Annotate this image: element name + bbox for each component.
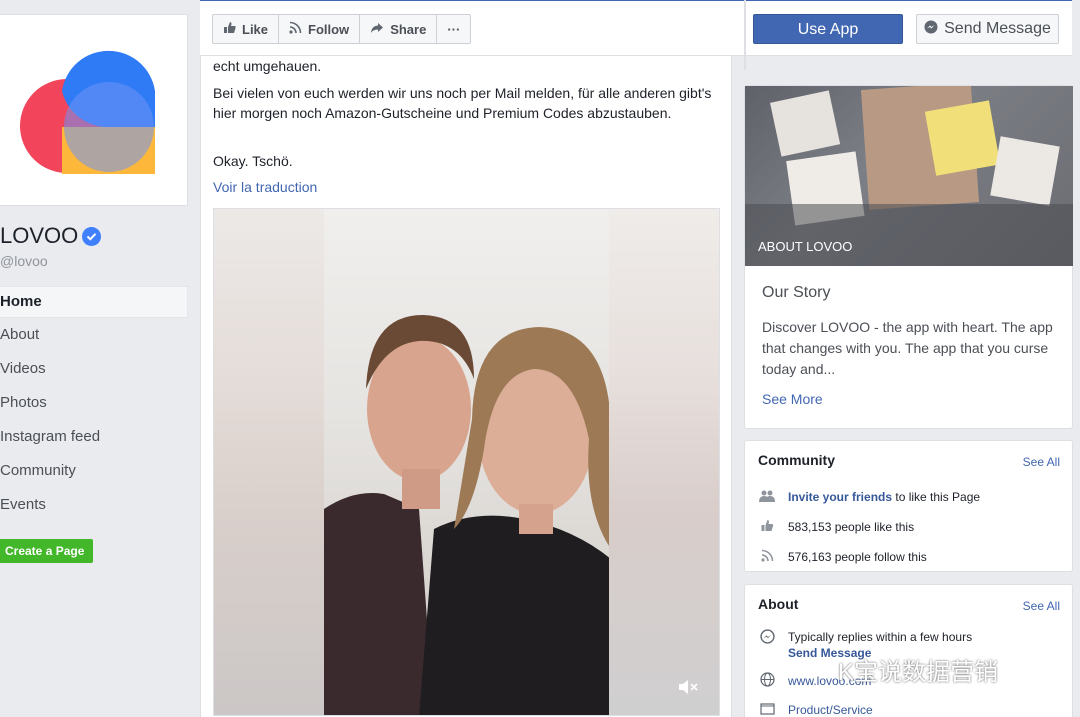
nav-item-photos[interactable]: Photos — [0, 388, 188, 422]
right-top-card — [744, 0, 746, 70]
post-card: echt umgehauen. Bei vielen von euch werd… — [200, 56, 732, 717]
our-story-text: Discover LOVOO - the app with heart. The… — [762, 319, 1053, 377]
post-text-signoff: Okay. Tschö. — [213, 153, 293, 169]
speaker-muted-icon[interactable] — [677, 678, 699, 701]
more-options-button[interactable]: ··· — [437, 15, 470, 43]
nav-item-home[interactable]: Home — [0, 286, 188, 318]
lovoo-logo-icon — [20, 50, 155, 174]
post-text-paragraph: Bei vielen von euch werden wir uns noch … — [213, 85, 712, 121]
nav-item-community[interactable]: Community — [0, 456, 188, 490]
nav-item-videos[interactable]: Videos — [0, 354, 188, 388]
about-card: About See All Typically replies within a… — [744, 584, 1073, 717]
messenger-icon — [758, 629, 776, 647]
nav-item-events[interactable]: Events — [0, 490, 188, 524]
share-label: Share — [390, 21, 427, 37]
create-page-button[interactable]: Create a Page — [0, 539, 94, 563]
about-title: About — [758, 596, 799, 612]
thumbs-up-icon — [758, 519, 776, 535]
follow-label: Follow — [308, 21, 350, 37]
follows-count: 576,163 people follow this — [788, 550, 927, 564]
our-story-title: Our Story — [762, 284, 831, 301]
about-see-all-link[interactable]: See All — [1023, 599, 1060, 613]
people-icon — [758, 489, 776, 505]
invite-friends-link[interactable]: Invite your friends — [788, 490, 892, 504]
messenger-icon — [924, 20, 938, 39]
about-lovoo-label: ABOUT LOVOO — [758, 239, 853, 254]
category-folder-icon — [758, 702, 776, 717]
invite-friends-text: to like this Page — [892, 490, 981, 504]
see-translation-link[interactable]: Voir la traduction — [213, 179, 317, 195]
community-card: Community See All Invite your friends to… — [744, 440, 1073, 572]
page-handle[interactable]: @lovoo — [0, 253, 48, 269]
nav-item-about[interactable]: About — [0, 320, 188, 354]
follows-row: 576,163 people follow this — [758, 549, 927, 565]
community-see-all-link[interactable]: See All — [1023, 455, 1060, 469]
page-profile-picture[interactable] — [0, 14, 188, 206]
video-blur-right — [609, 209, 719, 715]
share-arrow-icon — [370, 22, 384, 37]
globe-icon — [758, 672, 776, 690]
category-row: Product/Service — [758, 702, 873, 717]
page-name[interactable]: LOVOO — [0, 223, 102, 249]
see-more-link[interactable]: See More — [762, 391, 823, 407]
use-app-button[interactable]: Use App — [753, 14, 903, 44]
page-action-bar: Like Follow Share ··· Use App Send Messa… — [200, 0, 1072, 56]
send-message-button[interactable]: Send Message — [916, 14, 1059, 44]
video-blur-left — [214, 209, 324, 715]
about-lovoo-image[interactable]: ABOUT LOVOO — [745, 86, 1073, 266]
community-title: Community — [758, 452, 835, 468]
page-nav: Home About Videos Photos Instagram feed … — [0, 286, 188, 524]
category-link[interactable]: Product/Service — [788, 703, 873, 717]
reply-time-text: Typically replies within a few hours — [788, 630, 973, 644]
about-lovoo-card: ABOUT LOVOO Our Story Discover LOVOO - t… — [744, 85, 1073, 429]
watermark-text: K宝说数据营销 — [838, 659, 999, 686]
page-actions-group: Like Follow Share ··· — [212, 14, 472, 44]
like-button[interactable]: Like — [213, 15, 280, 43]
video-couple-image — [324, 314, 611, 715]
likes-count: 583,153 people like this — [788, 520, 915, 534]
post-video[interactable] — [213, 208, 720, 716]
video-frame — [324, 209, 611, 715]
send-message-label: Send Message — [944, 20, 1051, 37]
likes-row: 583,153 people like this — [758, 519, 914, 535]
nav-item-instagram-feed[interactable]: Instagram feed — [0, 422, 188, 456]
follow-button[interactable]: Follow — [279, 15, 361, 43]
share-button[interactable]: Share — [360, 15, 438, 43]
invite-friends-row: Invite your friends to like this Page — [758, 489, 980, 505]
verified-badge-icon — [82, 226, 102, 246]
thumbs-up-icon — [223, 21, 236, 37]
like-label: Like — [242, 21, 269, 37]
rss-icon — [758, 549, 776, 565]
post-text-line: echt umgehauen. — [213, 58, 322, 74]
page-name-text: LOVOO — [0, 223, 79, 248]
rss-icon — [289, 21, 302, 37]
